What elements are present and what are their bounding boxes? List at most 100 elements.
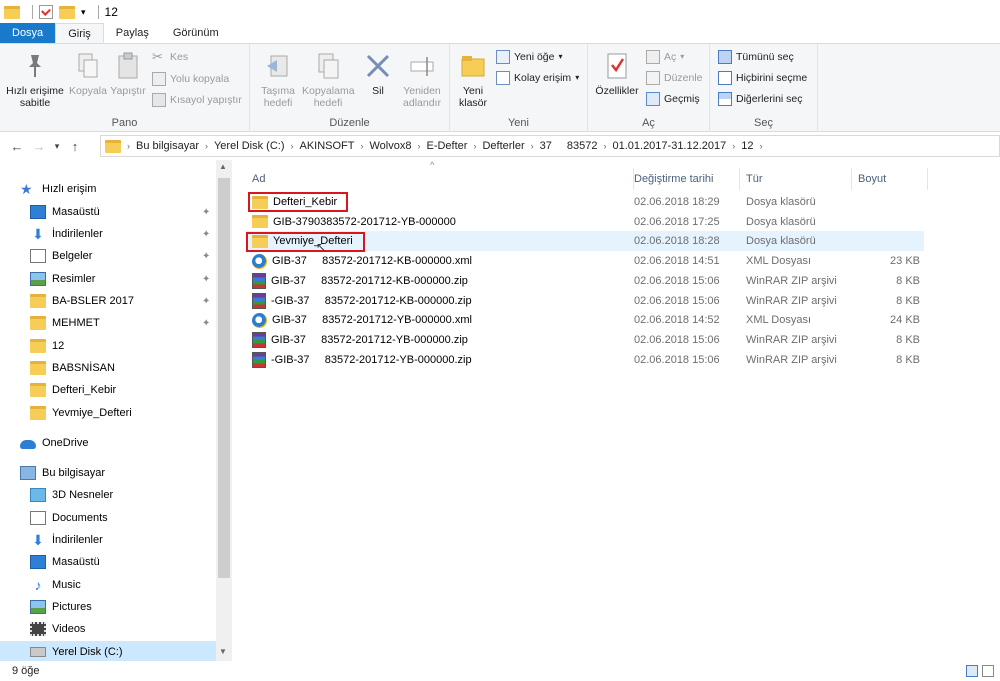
column-header-type[interactable]: Tür: [740, 168, 852, 190]
paste-button[interactable]: Yapıştır: [108, 50, 148, 97]
breadcrumb[interactable]: Defterler: [478, 140, 528, 152]
nav-item-defteri-kebir[interactable]: Defteri_Kebir: [30, 379, 116, 401]
breadcrumb[interactable]: 01.01.2017-31.12.2017: [608, 140, 730, 152]
new-folder-button[interactable]: Yeni klasör: [452, 50, 494, 109]
rename-button[interactable]: Yeniden adlandır: [396, 50, 448, 109]
up-arrow-icon[interactable]: ↑: [64, 135, 86, 157]
invert-selection-button[interactable]: Diğerlerini seç: [718, 90, 803, 108]
file-name-cell[interactable]: GIB-37 83572-201712-YB-000000.zip: [252, 330, 468, 350]
copy-path-icon: [152, 72, 166, 86]
history-button[interactable]: Geçmiş: [646, 90, 700, 108]
chevron-right-icon[interactable]: ›: [601, 141, 608, 151]
breadcrumb[interactable]: E-Defter: [422, 140, 471, 152]
breadcrumb[interactable]: Yerel Disk (C:): [210, 140, 289, 152]
tab-giris[interactable]: Giriş: [55, 23, 104, 43]
breadcrumb[interactable]: Bu bilgisayar: [132, 140, 203, 152]
chevron-right-icon[interactable]: ›: [288, 141, 295, 151]
nav-item-videos[interactable]: Videos: [30, 618, 85, 640]
chevron-right-icon[interactable]: ›: [415, 141, 422, 151]
chevron-right-icon[interactable]: ›: [529, 141, 536, 151]
nav-item-indirilenler[interactable]: ⬇ İndirilenler: [30, 223, 103, 245]
file-row[interactable]: -GIB-37 83572-201712-KB-000000.zip 02.06.…: [246, 291, 924, 311]
file-size: 23 KB: [890, 255, 920, 268]
chevron-right-icon[interactable]: ›: [359, 141, 366, 151]
chevron-right-icon[interactable]: ›: [471, 141, 478, 151]
column-header-date[interactable]: Değiştirme tarihi: [628, 168, 740, 190]
file-row[interactable]: GIB-37 83572-201712-KB-000000.xml 02.06.2…: [246, 251, 924, 271]
ribbon: Hızlı erişime sabitle Kopyala Yapıştır ✂…: [0, 44, 1000, 132]
breadcrumb[interactable]: 83572: [563, 140, 602, 152]
nav-item-ba-bsler[interactable]: BA-BSLER 2017: [30, 290, 134, 312]
nav-item-pictures[interactable]: Pictures: [30, 596, 92, 618]
paste-shortcut-button[interactable]: Kısayol yapıştır: [152, 91, 242, 109]
file-row[interactable]: GIB-3790383572-201712-YB-000000 02.06.201…: [246, 212, 924, 232]
recent-locations-chevron-icon[interactable]: ▾: [50, 135, 64, 157]
nav-item-masaustu-pc[interactable]: Masaüstü: [30, 551, 100, 573]
cut-button[interactable]: ✂ Kes: [152, 48, 188, 66]
nav-item-12[interactable]: 12: [30, 335, 64, 357]
file-name-cell[interactable]: GIB-3790383572-201712-YB-000000: [252, 212, 456, 232]
file-row[interactable]: -GIB-37 83572-201712-YB-000000.zip 02.06.…: [246, 350, 924, 370]
tab-paylas[interactable]: Paylaş: [104, 23, 161, 43]
nav-onedrive[interactable]: OneDrive: [20, 432, 88, 454]
move-to-button[interactable]: Taşıma hedefi: [254, 50, 302, 109]
nav-item-yerel-disk[interactable]: Yerel Disk (C:): [0, 641, 216, 663]
nav-item-music[interactable]: ♪ Music: [30, 574, 81, 596]
edit-button[interactable]: Düzenle: [646, 69, 703, 87]
scroll-up-arrow-icon[interactable]: ▲: [219, 162, 227, 171]
file-row[interactable]: GIB-37 83572-201712-YB-000000.xml 02.06.2…: [246, 310, 924, 330]
nav-item-belgeler[interactable]: Belgeler: [30, 245, 92, 267]
nav-item-mehmet[interactable]: MEHMET: [30, 312, 100, 334]
file-name-cell[interactable]: -GIB-37 83572-201712-YB-000000.zip: [252, 350, 472, 370]
breadcrumb[interactable]: AKINSOFT: [295, 140, 358, 152]
large-icons-view-icon[interactable]: [982, 665, 994, 677]
back-arrow-icon[interactable]: ←: [6, 135, 28, 157]
tab-dosya[interactable]: Dosya: [0, 23, 56, 43]
delete-button[interactable]: Sil: [356, 50, 400, 97]
chevron-right-icon[interactable]: ›: [125, 141, 132, 151]
chevron-right-icon[interactable]: ›: [730, 141, 737, 151]
file-name-cell[interactable]: -GIB-37 83572-201712-KB-000000.zip: [252, 291, 472, 311]
nav-item-babsnisan[interactable]: BABSNİSAN: [30, 357, 115, 379]
copy-to-button[interactable]: Kopyalama hedefi: [302, 50, 355, 109]
breadcrumb[interactable]: 12: [737, 140, 757, 152]
nav-item-3d-nesneler[interactable]: 3D Nesneler: [30, 484, 113, 506]
chevron-right-icon[interactable]: ›: [203, 141, 210, 151]
breadcrumb[interactable]: 37: [536, 140, 556, 152]
properties-button[interactable]: Özellikler: [590, 50, 644, 97]
select-none-button[interactable]: Hiçbirini seçme: [718, 69, 807, 87]
scroll-down-arrow-icon[interactable]: ▼: [219, 647, 227, 656]
chevron-right-icon[interactable]: ›: [758, 141, 765, 151]
select-all-button[interactable]: Tümünü seç: [718, 48, 794, 66]
nav-item-indirilenler-pc[interactable]: ⬇ İndirilenler: [30, 529, 103, 551]
file-name-cell[interactable]: GIB-37 83572-201712-KB-000000.zip: [252, 271, 468, 291]
new-item-button[interactable]: Yeni öğe ▾: [496, 48, 563, 66]
details-view-icon[interactable]: [966, 665, 978, 677]
copy-path-button[interactable]: Yolu kopyala: [152, 70, 229, 88]
nav-item-resimler[interactable]: Resimler: [30, 268, 95, 290]
pin-quick-access-button[interactable]: Hızlı erişime sabitle: [4, 50, 66, 109]
forward-arrow-icon[interactable]: →: [28, 135, 50, 157]
nav-item-documents[interactable]: Documents: [30, 507, 108, 529]
properties-quick-icon[interactable]: [39, 5, 53, 19]
easy-access-button[interactable]: Kolay erişim ▾: [496, 69, 579, 87]
file-name-cell[interactable]: GIB-37 83572-201712-KB-000000.xml: [252, 251, 472, 271]
nav-this-pc[interactable]: Bu bilgisayar: [20, 462, 105, 484]
copy-button[interactable]: Kopyala: [66, 50, 110, 97]
file-row[interactable]: GIB-37 83572-201712-YB-000000.zip 02.06.2…: [246, 330, 924, 350]
nav-scrollbar-thumb[interactable]: [218, 178, 230, 578]
nav-item-yevmiye-defteri[interactable]: Yevmiye_Defteri: [30, 402, 132, 424]
nav-quick-access[interactable]: ★ Hızlı erişim: [20, 178, 96, 200]
address-bar[interactable]: › Bu bilgisayar › Yerel Disk (C:) › AKINSO…: [100, 135, 1000, 157]
tab-gorunum[interactable]: Görünüm: [161, 23, 231, 43]
new-folder-quick-icon[interactable]: [59, 5, 75, 19]
file-date: 02.06.2018 15:06: [634, 294, 720, 307]
file-row[interactable]: GIB-37 83572-201712-KB-000000.zip 02.06.2…: [246, 271, 924, 291]
column-header-name[interactable]: Ad: [246, 168, 634, 190]
column-header-size[interactable]: Boyut: [852, 168, 928, 190]
customize-quick-access-icon[interactable]: ▾: [81, 7, 86, 18]
nav-item-masaustu[interactable]: Masaüstü: [30, 201, 100, 223]
open-button[interactable]: Aç ▾: [646, 48, 684, 66]
breadcrumb[interactable]: Wolvox8: [366, 140, 416, 152]
file-name-cell[interactable]: GIB-37 83572-201712-YB-000000.xml: [252, 310, 472, 330]
